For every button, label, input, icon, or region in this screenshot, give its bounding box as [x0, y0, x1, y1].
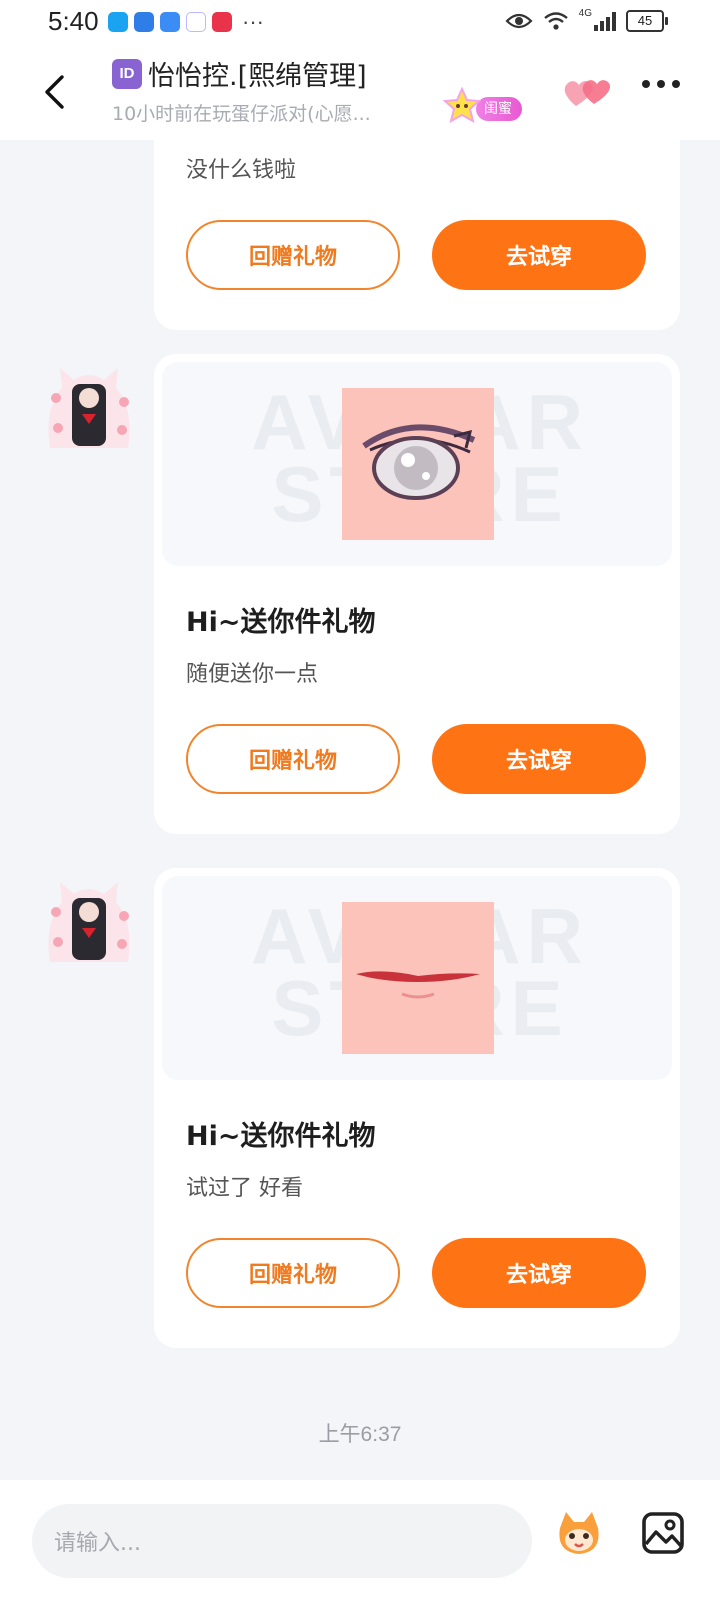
emoji-mascot-icon[interactable] — [554, 1508, 604, 1558]
more-options-icon[interactable] — [642, 80, 680, 88]
cloud-app-icon — [160, 12, 180, 32]
contact-info[interactable]: ID 怡怡控.[熙绵管理] 10小时前在玩蛋仔派对(心愿... — [112, 54, 422, 126]
back-button[interactable] — [34, 66, 74, 118]
input-bar: 请输入... — [0, 1480, 720, 1600]
contact-name: 怡怡控.[熙绵管理] — [148, 61, 367, 92]
return-gift-button[interactable]: 回赠礼物 — [186, 724, 400, 794]
gift-message-text: 随便送你一点 — [186, 662, 319, 687]
signal-icon — [594, 11, 616, 31]
star-mascot-icon — [442, 87, 482, 123]
music-app-icon — [186, 12, 206, 32]
eye-item-icon — [362, 424, 476, 500]
battery-icon: 45 — [626, 10, 668, 32]
try-on-button[interactable]: 去试穿 — [432, 1238, 646, 1308]
chat-header: ID 怡怡控.[熙绵管理] 10小时前在玩蛋仔派对(心愿... 闺蜜 — [0, 44, 720, 140]
wifi-icon — [543, 12, 568, 30]
image-gallery-icon[interactable] — [640, 1510, 686, 1556]
gift-message-card: AVATAR STORE Hi~送你件礼物 试过了 好看 回赠礼物 去试穿 — [154, 868, 680, 1348]
status-more-icon: ··· — [242, 9, 264, 34]
message-timestamp: 上午6:37 — [318, 1423, 402, 1446]
contact-status: 10小时前在玩蛋仔派对(心愿... — [112, 103, 371, 125]
bestie-badge[interactable]: 闺蜜 — [440, 87, 522, 123]
eye-icon — [505, 13, 533, 29]
gift-preview[interactable]: AVATAR STORE — [162, 362, 672, 566]
hearts-icon[interactable] — [560, 72, 612, 112]
try-on-button[interactable]: 去试穿 — [432, 220, 646, 290]
gift-title: Hi~送你件礼物 — [186, 1121, 376, 1152]
try-on-button[interactable]: 去试穿 — [432, 724, 646, 794]
battery-level: 45 — [637, 13, 653, 28]
status-time: 5:40 — [48, 6, 99, 36]
gift-preview[interactable]: AVATAR STORE — [162, 876, 672, 1080]
gift-item-thumbnail — [342, 902, 494, 1054]
sender-avatar[interactable] — [42, 872, 136, 966]
status-app-icons: ··· — [108, 9, 264, 34]
status-bar: 5:40 ··· 4G 45 — [0, 0, 720, 44]
gift-item-thumbnail — [342, 388, 494, 540]
chevron-left-icon — [45, 75, 64, 109]
gift-title: Hi~送你件礼物 — [186, 607, 376, 638]
return-gift-button[interactable]: 回赠礼物 — [186, 220, 400, 290]
status-indicators: 4G 45 — [505, 7, 668, 32]
network-type-label: 4G — [578, 7, 592, 19]
mouth-item-icon — [356, 971, 480, 999]
weather-app-icon — [134, 12, 154, 32]
news-app-icon — [212, 12, 232, 32]
chat-area[interactable]: 没什么钱啦 回赠礼物 去试穿 AVATAR STORE — [0, 140, 720, 1480]
message-input[interactable]: 请输入... — [32, 1504, 532, 1578]
gift-message-card: AVATAR STORE Hi~送你件礼物 随便送你一点 回赠礼物 去试穿 — [154, 354, 680, 834]
sender-avatar[interactable] — [42, 358, 136, 452]
id-emoji-icon: ID — [112, 58, 142, 89]
search-app-icon — [108, 12, 128, 32]
return-gift-button[interactable]: 回赠礼物 — [186, 1238, 400, 1308]
gift-message-text: 试过了 好看 — [186, 1176, 303, 1201]
gift-message-text: 没什么钱啦 — [186, 158, 297, 183]
gift-message-card: 没什么钱啦 回赠礼物 去试穿 — [154, 140, 680, 330]
